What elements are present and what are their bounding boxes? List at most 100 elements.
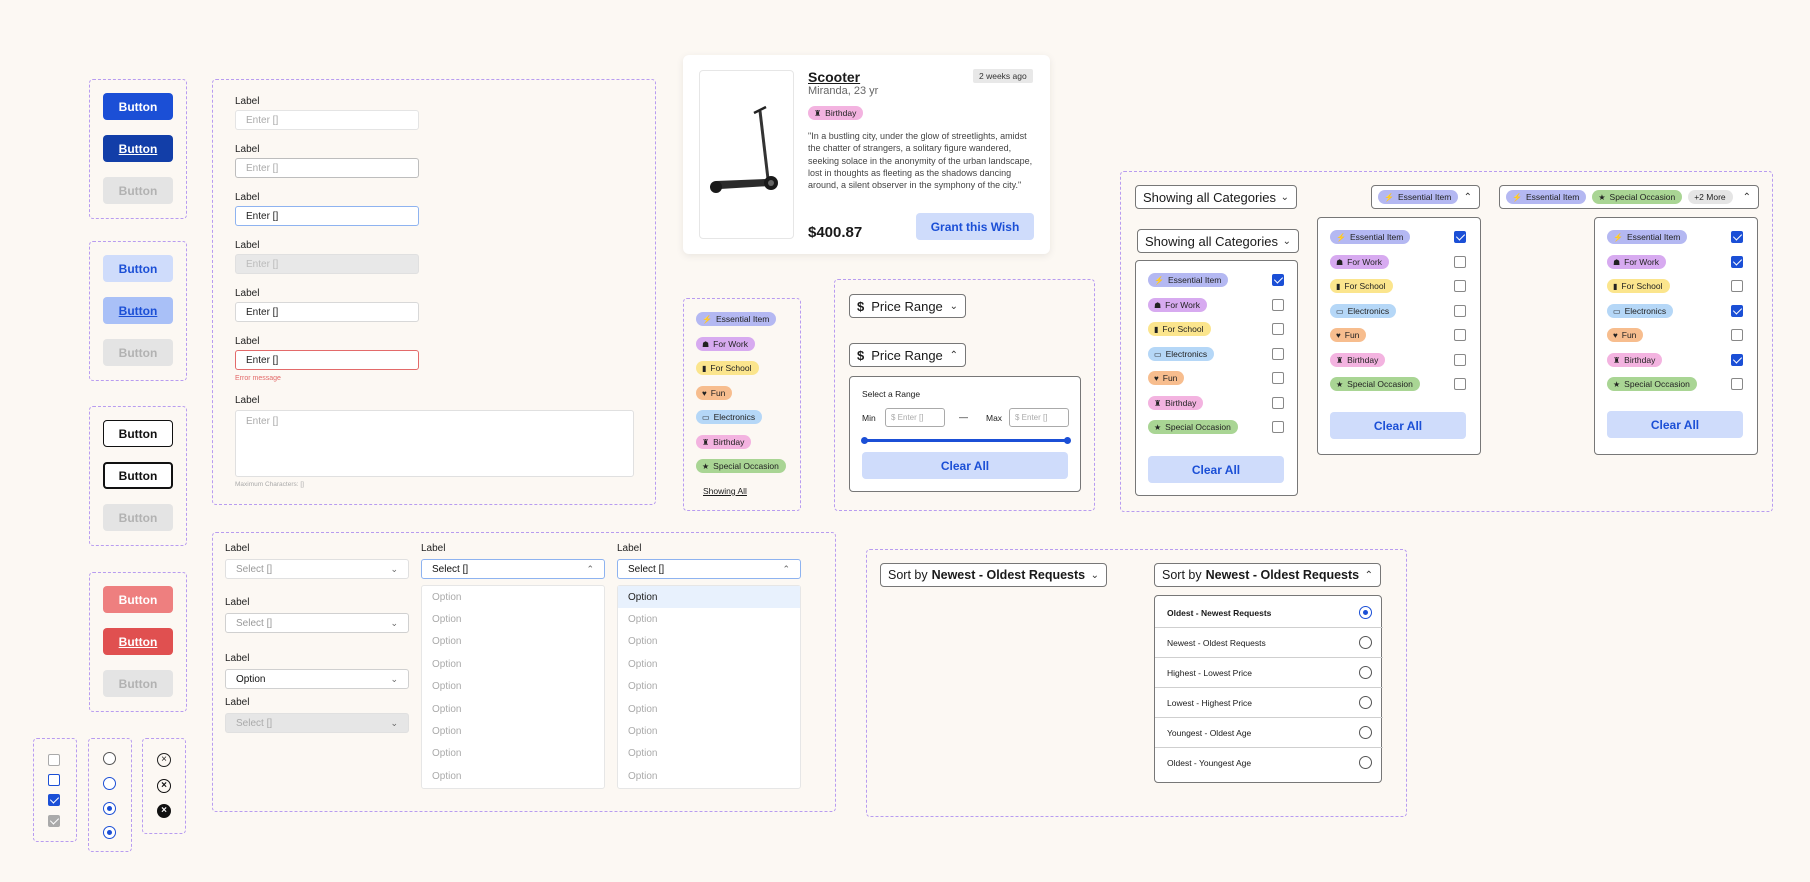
radio-selected-hover[interactable] [103,826,116,839]
category-checkbox[interactable] [1272,299,1284,311]
tag-special-occasion[interactable]: ★ Special Occasion [696,459,786,473]
category-checkbox[interactable] [1272,421,1284,433]
outline-button-hover[interactable]: Button [103,462,173,489]
category-checkbox[interactable] [1731,329,1743,341]
text-input-default[interactable]: Enter [] [235,110,419,130]
text-input-filled[interactable]: Enter [] [235,302,419,322]
radio-default[interactable] [103,752,116,765]
category-checkbox[interactable] [1272,372,1284,384]
sort-option[interactable]: Oldest - Newest Requests [1155,598,1383,628]
select-option[interactable]: Option [618,631,800,653]
grant-wish-button[interactable]: Grant this Wish [916,213,1034,240]
select-option[interactable]: Option [618,743,800,765]
close-icon[interactable]: × [157,753,171,767]
sort-radio[interactable] [1359,726,1372,739]
range-slider-max-handle[interactable] [1064,437,1071,444]
sort-radio[interactable] [1359,756,1372,769]
max-price-input[interactable]: $ Enter [] [1009,408,1069,427]
sort-option[interactable]: Lowest - Highest Price [1155,688,1383,718]
category-checkbox[interactable] [1731,231,1743,243]
select-option[interactable]: Option [422,653,604,675]
text-input-focused[interactable]: Enter [] [235,206,419,226]
close-icon-hover[interactable]: × [157,779,171,793]
select-option[interactable]: Option [422,586,604,608]
danger-button-hover[interactable]: Button [103,628,173,655]
price-range-dropdown[interactable]: $ Price Range ⌄ [849,294,966,318]
category-checkbox[interactable] [1731,280,1743,292]
danger-button[interactable]: Button [103,586,173,613]
category-dropdown-multi-selected[interactable]: ⚡ Essential Item ★ Special Occasion +2 Mor… [1499,185,1759,209]
category-checkbox[interactable] [1731,354,1743,366]
showing-all-link[interactable]: Showing All [703,486,747,496]
min-price-input[interactable]: $ Enter [] [885,408,945,427]
close-icon-filled[interactable]: × [157,804,171,818]
category-checkbox[interactable] [1272,323,1284,335]
checkbox-hover[interactable] [48,774,60,786]
sort-radio[interactable] [1359,666,1372,679]
select-open[interactable]: Select [] ⌃ [421,559,605,579]
tag-for-school[interactable]: ▮ For School [696,361,759,375]
select-option[interactable]: Option [618,653,800,675]
select-option-highlighted[interactable]: Option [618,586,800,609]
select-default[interactable]: Select [] ⌄ [225,559,409,579]
checkbox-checked[interactable] [48,794,60,806]
tag-for-work[interactable]: ☗ For Work [696,337,755,351]
sort-option[interactable]: Youngest - Oldest Age [1155,718,1383,748]
clear-all-button[interactable]: Clear All [862,452,1068,479]
wish-title[interactable]: Scooter [808,69,860,85]
category-dropdown[interactable]: Showing all Categories ⌄ [1135,185,1297,209]
range-slider-track[interactable] [864,439,1068,442]
range-slider-min-handle[interactable] [861,437,868,444]
select-option[interactable]: Option [618,765,800,787]
sort-option[interactable]: Highest - Lowest Price [1155,658,1383,688]
category-checkbox[interactable] [1272,274,1284,286]
secondary-button-hover[interactable]: Button [103,297,173,324]
select-option[interactable]: Option [422,676,604,698]
select-hover[interactable]: Select [] ⌄ [225,613,409,633]
radio-selected[interactable] [103,802,116,815]
price-range-dropdown-open[interactable]: $ Price Range ⌃ [849,343,966,367]
category-checkbox[interactable] [1731,378,1743,390]
text-input-error[interactable]: Enter [] [235,350,419,370]
select-filled[interactable]: Option ⌄ [225,669,409,689]
select-option[interactable]: Option [422,631,604,653]
sort-option[interactable]: Newest - Oldest Requests [1155,628,1383,658]
clear-all-button[interactable]: Clear All [1607,411,1743,438]
secondary-button[interactable]: Button [103,255,173,282]
category-checkbox[interactable] [1731,305,1743,317]
category-checkbox[interactable] [1454,256,1466,268]
category-checkbox[interactable] [1272,348,1284,360]
category-checkbox[interactable] [1272,397,1284,409]
sort-radio[interactable] [1359,606,1372,619]
select-option[interactable]: Option [422,698,604,720]
category-dropdown-open[interactable]: Showing all Categories ⌄ [1137,229,1299,253]
sort-radio[interactable] [1359,696,1372,709]
select-option[interactable]: Option [422,608,604,630]
select-option[interactable]: Option [618,608,800,630]
select-option[interactable]: Option [422,743,604,765]
category-checkbox[interactable] [1454,280,1466,292]
select-option[interactable]: Option [422,765,604,787]
primary-button-hover[interactable]: Button [103,135,173,162]
tag-essential-item[interactable]: ⚡ Essential Item [696,312,777,326]
select-option[interactable]: Option [422,720,604,742]
category-dropdown-one-selected[interactable]: ⚡ Essential Item ⌃ [1371,185,1480,209]
category-checkbox[interactable] [1731,256,1743,268]
select-option[interactable]: Option [618,676,800,698]
text-input-hover[interactable]: Enter [] [235,158,419,178]
sort-radio[interactable] [1359,636,1372,649]
select-option[interactable]: Option [618,720,800,742]
sort-dropdown[interactable]: Sort by Newest - Oldest Requests ⌄ [880,563,1107,587]
tag-fun[interactable]: ♥ Fun [696,386,733,400]
radio-hover[interactable] [103,777,116,790]
select-open-hover[interactable]: Select [] ⌃ [617,559,801,579]
tag-electronics[interactable]: ▭ Electronics [696,410,763,424]
category-checkbox[interactable] [1454,378,1466,390]
outline-button[interactable]: Button [103,420,173,447]
textarea-input[interactable]: Enter [] [235,410,634,477]
more-chip[interactable]: +2 More [1688,190,1733,204]
checkbox-default[interactable] [48,754,60,766]
select-option[interactable]: Option [618,698,800,720]
tag-birthday[interactable]: ♜ Birthday [696,435,752,449]
primary-button[interactable]: Button [103,93,173,120]
